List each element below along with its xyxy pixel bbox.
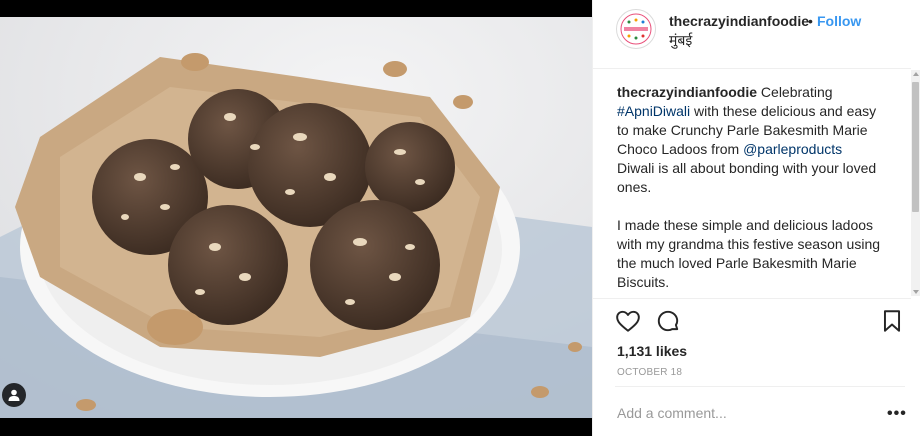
scroll-down-arrow-icon[interactable] [912,290,919,294]
heart-icon [616,310,640,332]
divider [593,298,911,299]
bookmark-icon [883,310,901,332]
action-bar [615,308,905,334]
letterbox-bottom [0,418,592,436]
scroll-up-arrow-icon[interactable] [912,72,919,76]
follow-button[interactable]: Follow [817,13,861,29]
letterbox-top [0,0,592,17]
user-tag-button[interactable] [2,383,26,407]
comment-icon [657,310,679,332]
comment-input[interactable]: Add a comment... [617,405,857,421]
scrollbar-thumb[interactable] [912,82,919,212]
caption-text: Celebrating [757,84,837,100]
caption-mention[interactable]: @parleproducts [743,141,842,157]
save-button[interactable] [879,308,905,334]
header-separator: • [808,13,813,29]
user-tag-icon [8,389,20,401]
post-header: thecrazyindianfoodie • Follow मुंबई [593,0,911,69]
caption-hashtag[interactable]: #ApniDiwali [617,103,690,119]
header-username[interactable]: thecrazyindianfoodie [669,13,809,29]
caption-username[interactable]: thecrazyindianfoodie [617,84,757,100]
avatar-logo-icon [619,12,653,46]
divider [615,386,905,387]
post-date[interactable]: OCTOBER 18 [617,367,682,378]
post-photo [0,17,592,418]
comment-button[interactable] [655,308,681,334]
location-link[interactable]: मुंबई [669,31,692,50]
likes-count[interactable]: 1,131 likes [617,343,687,359]
caption-text: Diwali is all about bonding with your lo… [617,160,881,290]
post-sidebar: thecrazyindianfoodie • Follow मुंबई thec… [592,0,920,436]
caption-scrollbar[interactable] [911,70,920,296]
more-options-icon[interactable]: ••• [887,405,907,423]
like-button[interactable] [615,308,641,334]
avatar[interactable] [616,9,656,49]
post-image-pane [0,0,592,436]
post-caption: thecrazyindianfoodie Celebrating #ApniDi… [617,83,887,292]
